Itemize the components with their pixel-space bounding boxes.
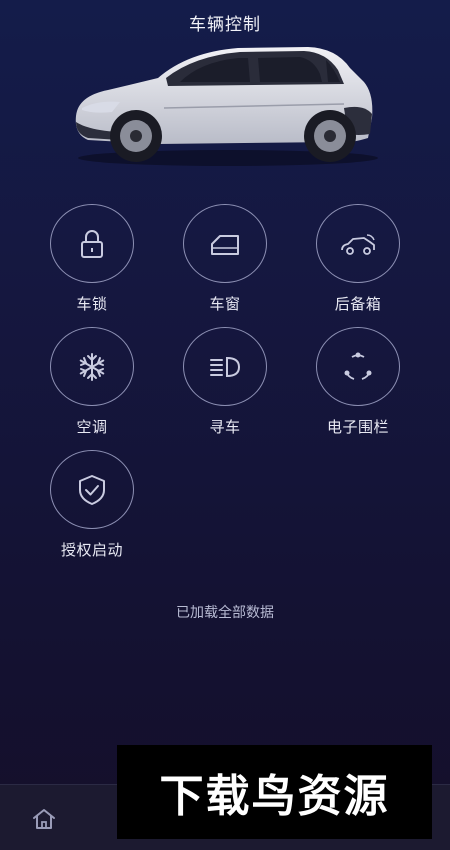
ac-label: 空调 — [76, 418, 108, 436]
control-authorized-start[interactable]: 授权启动 — [32, 450, 152, 560]
headlight-icon — [210, 356, 241, 377]
home-icon[interactable] — [30, 805, 58, 833]
authorized-start-label: 授权启动 — [60, 541, 123, 559]
control-trunk[interactable]: 后备箱 — [298, 204, 418, 314]
trunk-icon — [341, 233, 375, 255]
trunk-label: 后备箱 — [334, 295, 382, 313]
watermark-logo: 下载鸟资源 — [117, 745, 432, 839]
load-status: 已加载全部数据 — [176, 605, 274, 621]
lock-button[interactable] — [50, 204, 134, 283]
car-image — [68, 38, 380, 170]
geofence-button[interactable] — [316, 327, 400, 406]
window-icon — [211, 234, 239, 255]
control-window[interactable]: 车窗 — [165, 204, 285, 314]
page-title: 车辆控制 — [189, 15, 261, 35]
geofence-label: 电子围栏 — [326, 418, 389, 436]
window-label: 车窗 — [209, 295, 241, 313]
control-ac[interactable]: 空调 — [32, 327, 152, 437]
trunk-button[interactable] — [316, 204, 400, 283]
lock-icon — [81, 229, 103, 258]
control-geofence[interactable]: 电子围栏 — [298, 327, 418, 437]
shield-check-icon — [79, 474, 105, 505]
control-lock[interactable]: 车锁 — [32, 204, 152, 314]
find-car-label: 寻车 — [209, 418, 241, 436]
window-button[interactable] — [183, 204, 267, 283]
snowflake-icon — [79, 352, 105, 381]
geofence-icon — [344, 352, 372, 380]
lock-label: 车锁 — [76, 295, 108, 313]
ac-button[interactable] — [50, 327, 134, 406]
control-find-car[interactable]: 寻车 — [165, 327, 285, 437]
find-car-button[interactable] — [183, 327, 267, 406]
authorized-start-button[interactable] — [50, 450, 134, 529]
